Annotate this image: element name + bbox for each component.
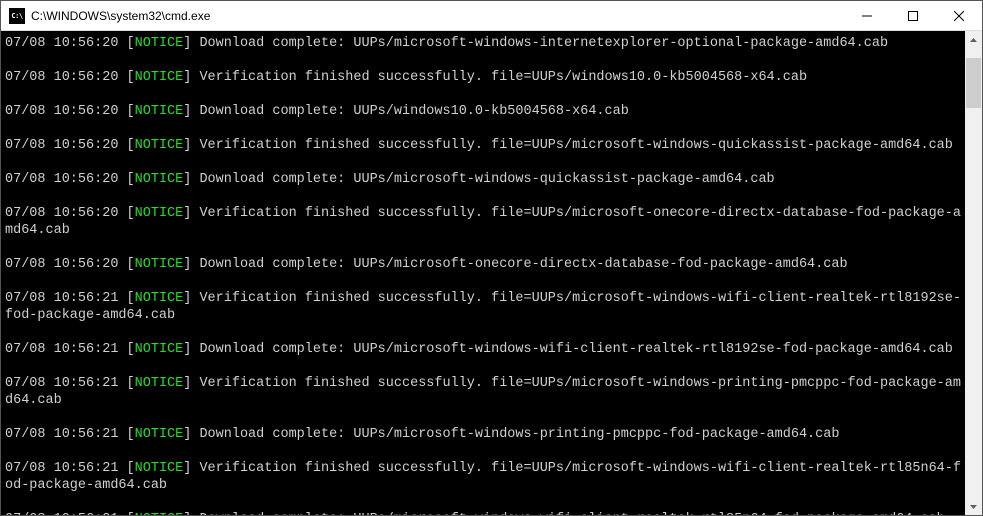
log-level: NOTICE xyxy=(135,427,184,442)
scroll-up-button[interactable] xyxy=(965,31,982,48)
log-timestamp: 07/08 10:56:20 xyxy=(5,104,127,119)
window-controls xyxy=(844,1,982,30)
minimize-button[interactable] xyxy=(844,1,890,30)
log-line: 07/08 10:56:20 [NOTICE] Download complet… xyxy=(5,35,964,52)
close-icon xyxy=(954,11,964,21)
log-level: NOTICE xyxy=(135,104,184,119)
log-level: NOTICE xyxy=(135,206,184,221)
log-message: Download complete: UUPs/windows10.0-kb50… xyxy=(199,104,628,119)
log-timestamp: 07/08 10:56:20 xyxy=(5,172,127,187)
log-level: NOTICE xyxy=(135,291,184,306)
log-timestamp: 07/08 10:56:21 xyxy=(5,461,127,476)
close-button[interactable] xyxy=(936,1,982,30)
window-title: C:\WINDOWS\system32\cmd.exe xyxy=(31,9,844,23)
cmd-icon: C:\ xyxy=(9,8,25,24)
log-message: Download complete: UUPs/microsoft-window… xyxy=(199,427,839,442)
log-timestamp: 07/08 10:56:21 xyxy=(5,291,127,306)
log-message: Verification finished successfully. file… xyxy=(199,138,952,153)
log-timestamp: 07/08 10:56:20 xyxy=(5,206,127,221)
log-line: 07/08 10:56:20 [NOTICE] Verification fin… xyxy=(5,137,964,154)
log-timestamp: 07/08 10:56:21 xyxy=(5,342,127,357)
log-line: 07/08 10:56:20 [NOTICE] Download complet… xyxy=(5,256,964,273)
minimize-icon xyxy=(862,11,872,21)
log-timestamp: 07/08 10:56:21 xyxy=(5,512,127,515)
log-level: NOTICE xyxy=(135,70,184,85)
log-message: Download complete: UUPs/microsoft-onecor… xyxy=(199,257,847,272)
log-level: NOTICE xyxy=(135,172,184,187)
log-level: NOTICE xyxy=(135,512,184,515)
log-line: 07/08 10:56:21 [NOTICE] Verification fin… xyxy=(5,375,964,409)
log-level: NOTICE xyxy=(135,257,184,272)
console-area: 07/08 10:56:20 [NOTICE] Download complet… xyxy=(1,31,982,515)
scroll-thumb[interactable] xyxy=(966,58,981,108)
log-timestamp: 07/08 10:56:20 xyxy=(5,138,127,153)
log-timestamp: 07/08 10:56:21 xyxy=(5,427,127,442)
log-timestamp: 07/08 10:56:20 xyxy=(5,70,127,85)
log-message: Download complete: UUPs/microsoft-window… xyxy=(199,36,888,51)
log-line: 07/08 10:56:21 [NOTICE] Download complet… xyxy=(5,426,964,443)
log-line: 07/08 10:56:21 [NOTICE] Download complet… xyxy=(5,511,964,515)
chevron-up-icon xyxy=(970,38,977,42)
log-message: Download complete: UUPs/microsoft-window… xyxy=(199,342,952,357)
maximize-icon xyxy=(908,11,918,21)
scroll-down-button[interactable] xyxy=(965,498,982,515)
chevron-down-icon xyxy=(970,505,977,509)
log-line: 07/08 10:56:20 [NOTICE] Download complet… xyxy=(5,103,964,120)
log-line: 07/08 10:56:20 [NOTICE] Verification fin… xyxy=(5,69,964,86)
log-line: 07/08 10:56:21 [NOTICE] Verification fin… xyxy=(5,290,964,324)
log-timestamp: 07/08 10:56:21 xyxy=(5,376,127,391)
log-message: Download complete: UUPs/microsoft-window… xyxy=(199,512,944,515)
log-message: Verification finished successfully. file… xyxy=(199,70,807,85)
scroll-track[interactable] xyxy=(965,48,982,498)
log-line: 07/08 10:56:20 [NOTICE] Download complet… xyxy=(5,171,964,188)
log-timestamp: 07/08 10:56:20 xyxy=(5,36,127,51)
log-level: NOTICE xyxy=(135,376,184,391)
console-output[interactable]: 07/08 10:56:20 [NOTICE] Download complet… xyxy=(1,31,982,515)
log-line: 07/08 10:56:20 [NOTICE] Verification fin… xyxy=(5,205,964,239)
log-level: NOTICE xyxy=(135,461,184,476)
log-line: 07/08 10:56:21 [NOTICE] Verification fin… xyxy=(5,460,964,494)
log-level: NOTICE xyxy=(135,36,184,51)
log-line: 07/08 10:56:21 [NOTICE] Download complet… xyxy=(5,341,964,358)
log-level: NOTICE xyxy=(135,138,184,153)
window-titlebar[interactable]: C:\ C:\WINDOWS\system32\cmd.exe xyxy=(1,1,982,31)
maximize-button[interactable] xyxy=(890,1,936,30)
log-message: Download complete: UUPs/microsoft-window… xyxy=(199,172,774,187)
log-timestamp: 07/08 10:56:20 xyxy=(5,257,127,272)
vertical-scrollbar[interactable] xyxy=(965,31,982,515)
log-level: NOTICE xyxy=(135,342,184,357)
